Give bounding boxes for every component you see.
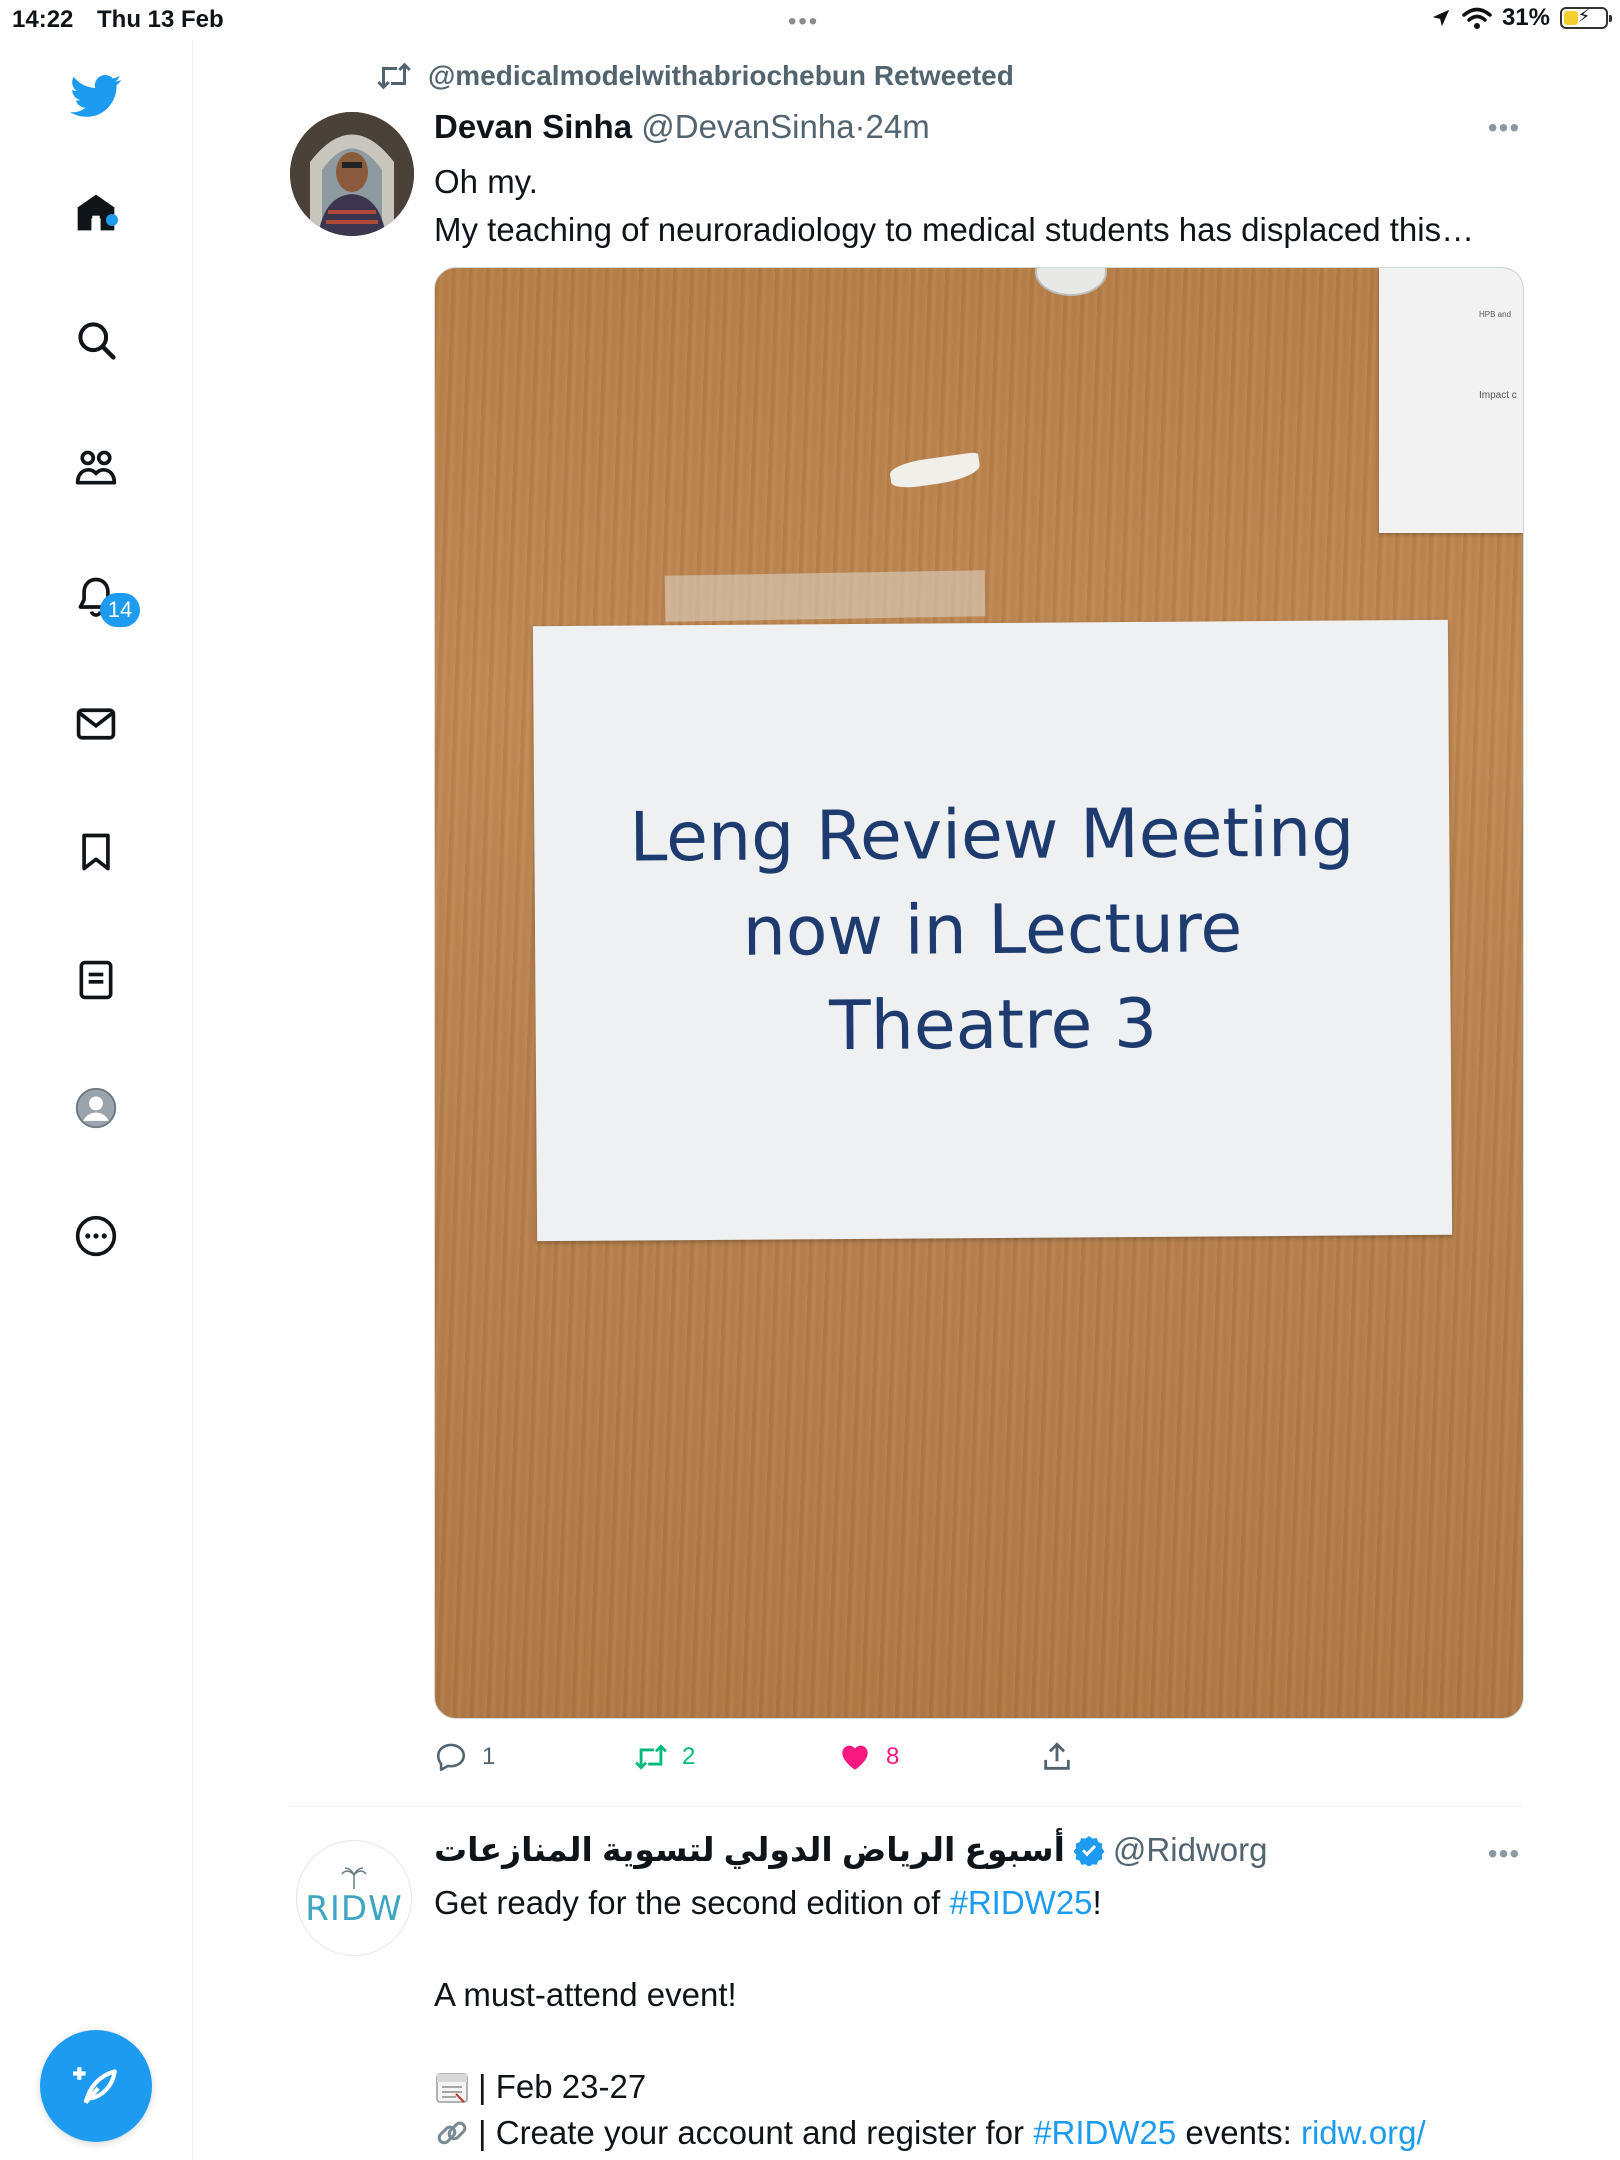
author-handle[interactable]: @Ridworg (1113, 1831, 1268, 1869)
sign-text: Leng Review Meeting now in Lecture Theat… (629, 785, 1356, 1075)
tweet-text-line-2: My teaching of neuroradiology to medical… (434, 211, 1475, 248)
sign-line-3: Theatre 3 (828, 984, 1158, 1067)
tweet-time[interactable]: 24m (866, 108, 930, 145)
tape-top (664, 570, 986, 622)
status-right: 31% ⚡ (1430, 4, 1612, 32)
tweet-line-1: Get ready for the second edition of #RID… (434, 1880, 1534, 1926)
status-bar: 14:22 Thu 13 Feb ••• 31% ⚡ (0, 0, 1620, 40)
link-emoji-icon (437, 2121, 467, 2145)
wifi-icon (1462, 7, 1492, 29)
battery-percent: 31% (1501, 4, 1550, 31)
home-icon[interactable] (66, 182, 126, 242)
retweeted-by-label[interactable]: @medicalmodelwithabriochebun Retweeted (428, 60, 1014, 92)
retweet-context: @medicalmodelwithabriochebun Retweeted (376, 60, 1014, 92)
side-paper-text-1: HPB and (1479, 310, 1512, 319)
sign-line-2: now in Lecture (742, 889, 1243, 972)
notifications-badge: 14 (100, 593, 140, 627)
tweet-header: Devan Sinha @DevanSinha·24m (434, 108, 930, 146)
retweet-count: 2 (682, 1743, 696, 1770)
door-hook (1035, 268, 1107, 296)
tweet-photo[interactable]: HPB and Impact c Leng Review Meeting now… (434, 267, 1524, 1719)
status-time: 14:22 (12, 6, 74, 33)
meeting-sign: Leng Review Meeting now in Lecture Theat… (532, 619, 1453, 1242)
tweet-text-line-1: Oh my. (434, 163, 538, 200)
tweet-more-options-icon[interactable]: ••• (1484, 1838, 1524, 1870)
reply-button[interactable]: 1 (434, 1740, 495, 1774)
location-icon (1432, 9, 1450, 27)
side-paper-text-2: Impact c (1479, 390, 1517, 401)
paint-chip (888, 451, 982, 491)
compose-tweet-button[interactable] (40, 2030, 152, 2142)
tweet-text-pre: Get ready for the second edition of (434, 1884, 950, 1921)
ridw-logo-text: RIDW (305, 1889, 403, 1929)
retweet-icon (377, 62, 411, 90)
verified-badge-icon (1073, 1835, 1105, 1866)
tweet-line-2: A must-attend event! (434, 1976, 737, 2013)
author-name[interactable]: أسبوع الرياض الدولي لتسوية المنازعات (434, 1830, 1065, 1869)
author-name[interactable]: Devan Sinha (434, 108, 632, 145)
ridw-link[interactable]: ridw.org/ (1301, 2114, 1426, 2151)
tweet-actions: 1 2 8 (434, 1740, 1534, 1780)
like-count: 8 (886, 1743, 900, 1770)
date-range: | Feb 23-27 (478, 2068, 647, 2105)
status-date: Thu 13 Feb (97, 6, 224, 33)
communities-icon[interactable] (66, 438, 126, 498)
author-handle[interactable]: @DevanSinha (641, 108, 854, 145)
tweet-text: Get ready for the second edition of #RID… (434, 1880, 1534, 2156)
multitasking-dots-icon[interactable]: ••• (788, 8, 819, 36)
lists-icon[interactable] (66, 950, 126, 1010)
battery-icon: ⚡ (1560, 6, 1612, 29)
retweet-icon (635, 1744, 667, 1770)
calendar-emoji-icon (436, 2073, 468, 2103)
tweet-more-options-icon[interactable]: ••• (1484, 112, 1524, 144)
tweet-text: Oh my. My teaching of neuroradiology to … (434, 158, 1534, 254)
home-unread-dot (106, 214, 118, 226)
avatar-devan-sinha[interactable] (290, 112, 414, 236)
reply-icon (436, 1743, 466, 1772)
retweet-button[interactable]: 2 (634, 1740, 695, 1774)
register-text: | Create your account and register for (478, 2114, 1034, 2151)
more-icon[interactable] (66, 1206, 126, 1266)
twitter-logo-icon[interactable] (66, 66, 126, 126)
sidebar: 14 (0, 40, 193, 2160)
avatar-ridworg[interactable]: RIDW (296, 1840, 412, 1956)
tweet-line-3: | Feb 23-27 (434, 2064, 1534, 2110)
tweet-line-4: | Create your account and register for #… (434, 2110, 1534, 2156)
messages-icon[interactable] (66, 694, 126, 754)
reply-count: 1 (482, 1743, 496, 1770)
hashtag-ridw25-2[interactable]: #RIDW25 (1033, 2114, 1176, 2151)
share-icon (1044, 1742, 1070, 1770)
tweet-header: أسبوع الرياض الدولي لتسوية المنازعات @Ri… (434, 1830, 1267, 1869)
search-icon[interactable] (66, 310, 126, 370)
events-text: events: (1176, 2114, 1301, 2151)
header-separator: · (854, 108, 866, 145)
bookmarks-icon[interactable] (66, 822, 126, 882)
like-button[interactable]: 8 (838, 1740, 899, 1774)
sign-line-1: Leng Review Meeting (629, 793, 1355, 878)
palm-icon (341, 1867, 367, 1889)
side-paper: HPB and Impact c (1379, 268, 1523, 533)
tweet-text-post: ! (1092, 1884, 1102, 1921)
heart-icon (842, 1745, 868, 1770)
tweet-divider (290, 1806, 1522, 1807)
share-button[interactable] (1040, 1740, 1074, 1774)
profile-icon[interactable] (66, 1078, 126, 1138)
compose-feather-icon (73, 2067, 117, 2105)
hashtag-ridw25[interactable]: #RIDW25 (949, 1884, 1092, 1921)
